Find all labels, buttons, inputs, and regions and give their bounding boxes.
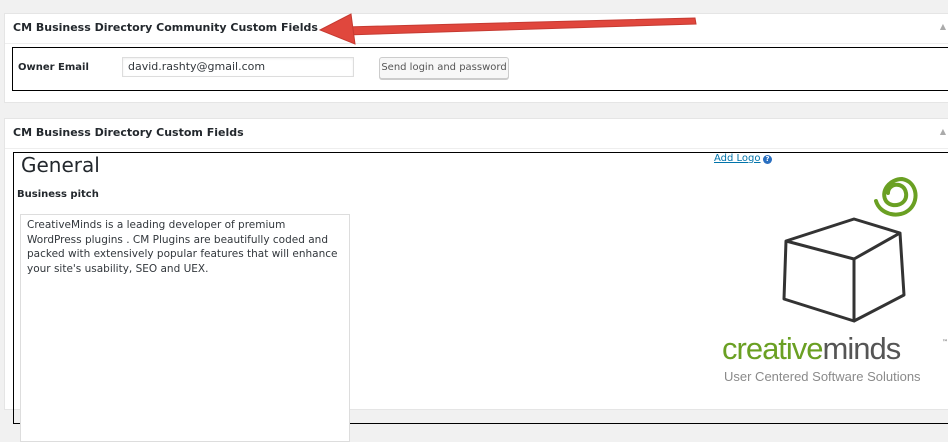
triangle-up-icon[interactable]: ▲: [940, 22, 946, 31]
logo-wordmark: creativeminds: [722, 331, 902, 367]
custom-fields-box: CM Business Directory Custom Fields ▲ Ge…: [4, 118, 948, 442]
general-heading: General: [21, 153, 100, 177]
general-panel: General Business pitch CreativeMinds is …: [13, 152, 948, 442]
custom-box-title: CM Business Directory Custom Fields: [13, 126, 244, 139]
logo-word-minds: minds: [822, 331, 902, 366]
add-logo-link[interactable]: Add Logo: [714, 153, 761, 164]
owner-email-row: Owner Email david.rashty@gmail.com Send …: [12, 47, 948, 91]
send-login-button[interactable]: Send login and password: [379, 57, 509, 79]
business-pitch-textarea[interactable]: CreativeMinds is a leading developer of …: [20, 214, 350, 442]
question-icon[interactable]: ?: [763, 155, 772, 164]
logo-word-creative: creative: [722, 331, 824, 366]
business-pitch-label: Business pitch: [17, 189, 99, 200]
triangle-up-icon[interactable]: ▲: [940, 127, 946, 136]
logo-tagline: User Centered Software Solutions: [724, 369, 921, 384]
owner-email-label: Owner Email: [18, 62, 89, 73]
company-logo: creativeminds ™ User Centered Software S…: [714, 171, 948, 401]
custom-box-header[interactable]: CM Business Directory Custom Fields ▲: [5, 119, 948, 149]
community-box-title: CM Business Directory Community Custom F…: [13, 21, 318, 34]
logo-trademark: ™: [942, 339, 948, 346]
red-arrow-annotation: [318, 13, 697, 45]
cube-spiral-icon: [782, 176, 918, 323]
owner-email-input[interactable]: david.rashty@gmail.com: [122, 57, 354, 77]
